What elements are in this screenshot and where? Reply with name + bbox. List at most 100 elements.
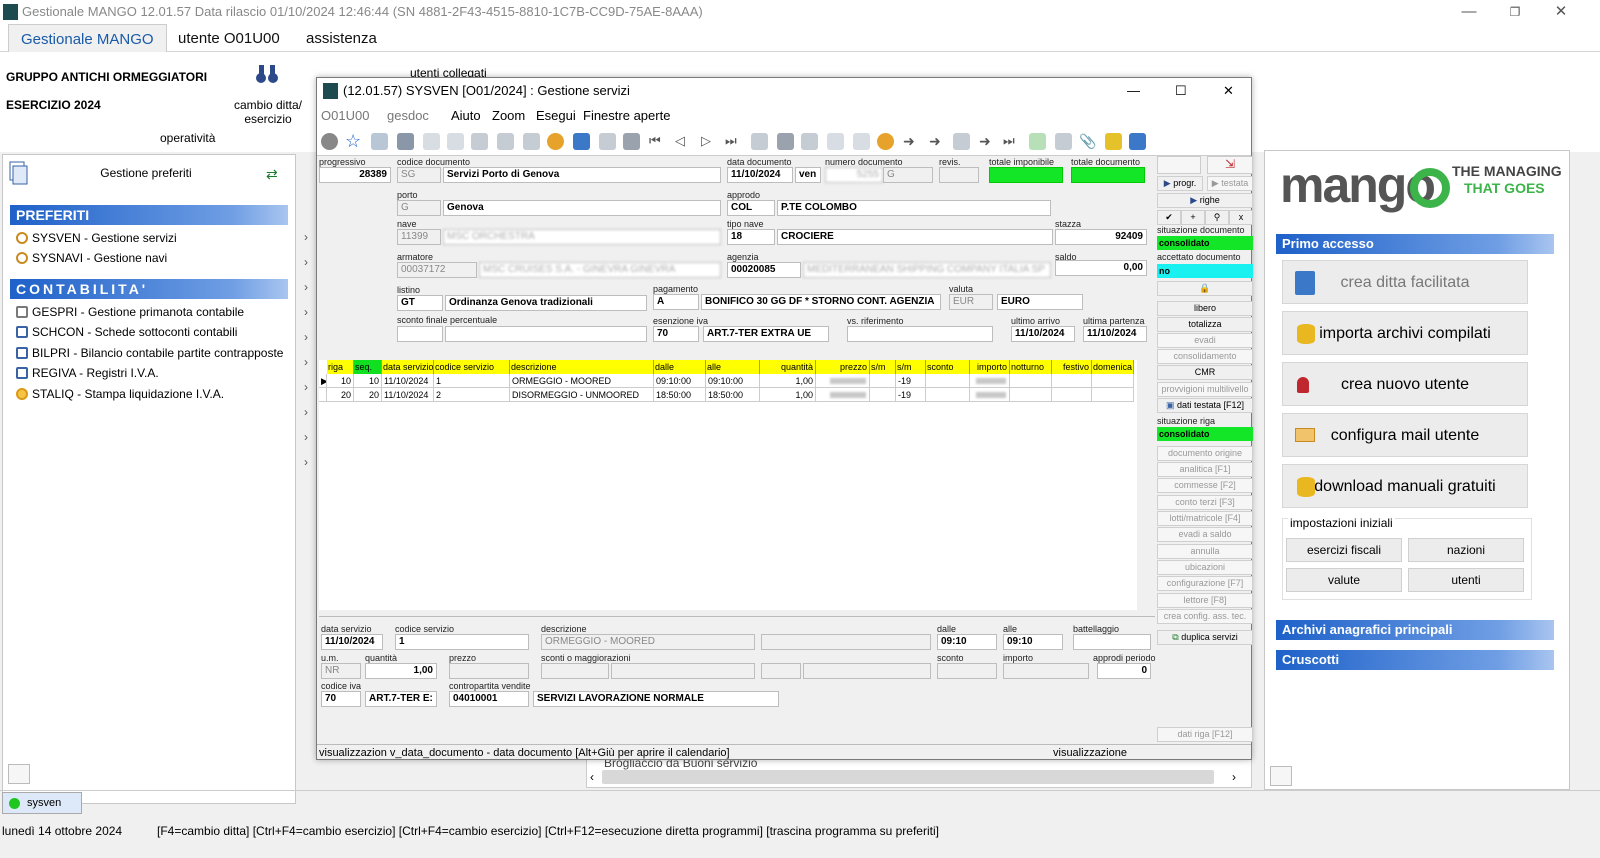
field-stazza[interactable]: 92409	[1055, 229, 1147, 245]
grid-cell[interactable]: 10	[327, 374, 354, 388]
document-icon[interactable]	[853, 133, 870, 150]
document-icon[interactable]	[827, 133, 844, 150]
menu-esegui[interactable]: Esegui	[536, 108, 576, 123]
field-codice-iva[interactable]: 70	[321, 691, 361, 707]
scroll-left-icon[interactable]: ‹	[590, 770, 594, 784]
lock-icon[interactable]: 🔒	[1157, 281, 1253, 296]
add-icon[interactable]: +	[1181, 210, 1205, 225]
field-valuta-desc[interactable]: EURO	[997, 294, 1083, 310]
field-progressivo[interactable]: 28389	[319, 167, 391, 183]
create-company-button[interactable]: crea ditta facilitata	[1282, 260, 1528, 304]
field-nave-desc[interactable]: MSC ORCHESTRA	[443, 229, 721, 245]
grid-cell[interactable]	[1052, 374, 1092, 388]
grid-cell[interactable]: 09:10:00	[654, 374, 706, 388]
field-prezzo[interactable]	[449, 663, 529, 679]
grid-cell[interactable]: 1	[434, 374, 510, 388]
grid-cell[interactable]: -19	[896, 374, 926, 388]
arrow-right-icon[interactable]: ➜	[903, 133, 920, 150]
delete-icon[interactable]: x	[1229, 210, 1253, 225]
side-button[interactable]: evadi	[1157, 333, 1253, 348]
field-codice-iva-desc[interactable]: ART.7-TER E:	[365, 691, 437, 707]
field-descrizione[interactable]: ORMEGGIO - MOORED	[541, 634, 755, 650]
side-button[interactable]: documento origine	[1157, 446, 1253, 461]
grid-cell[interactable]	[870, 374, 896, 388]
fiscal-years-button[interactable]: esercizi fiscali	[1286, 538, 1402, 562]
field-um[interactable]: NR	[321, 663, 361, 679]
expand-chevron-icon[interactable]: ›	[304, 330, 314, 344]
grid-cell[interactable]	[1010, 374, 1052, 388]
tab-gestionale[interactable]: Gestionale MANGO	[8, 24, 167, 52]
side-button[interactable]: libero	[1157, 301, 1253, 316]
grid-cell[interactable]: 20	[354, 388, 382, 402]
copy-icon[interactable]	[497, 133, 514, 150]
binoculars-icon[interactable]	[255, 62, 279, 86]
field-numero-serie[interactable]: G	[883, 167, 933, 183]
side-button[interactable]: annulla	[1157, 544, 1253, 559]
grid-cell[interactable]: DISORMEGGIO - UNMOORED	[510, 388, 654, 402]
menu-gesdoc[interactable]: gesdoc	[387, 108, 429, 123]
testata-button[interactable]: ▶ testata	[1207, 176, 1253, 191]
grid-cell[interactable]	[1092, 374, 1134, 388]
field-quantita[interactable]: 1,00	[365, 663, 437, 679]
field-porto[interactable]: G	[397, 200, 441, 216]
field-descrizione-2[interactable]	[761, 634, 931, 650]
grid-cell[interactable]	[970, 388, 1010, 402]
grid-cell[interactable]: 1,00	[760, 374, 816, 388]
table-icon[interactable]	[1055, 133, 1072, 150]
favorites-doc-icon[interactable]	[8, 160, 32, 190]
grid-cell[interactable]: -19	[896, 388, 926, 402]
document-icon[interactable]	[447, 133, 464, 150]
favorites-swap-icon[interactable]: ⇄	[266, 166, 278, 183]
field-esenzione-iva[interactable]: 70	[653, 326, 699, 342]
currencies-button[interactable]: valute	[1286, 568, 1402, 592]
document-icon[interactable]	[801, 133, 818, 150]
add-icon[interactable]	[471, 133, 488, 150]
field-numero-documento[interactable]: 5255	[825, 167, 883, 183]
expand-chevron-icon[interactable]: ›	[304, 430, 314, 444]
document-icon[interactable]	[751, 133, 768, 150]
next-record-icon[interactable]: ▷	[701, 133, 718, 150]
field-data-servizio[interactable]: 11/10/2024	[321, 634, 383, 650]
section-cruscotti[interactable]: Cruscotti	[1276, 650, 1554, 670]
chart-icon[interactable]	[1129, 133, 1146, 150]
configure-mail-button[interactable]: configura mail utente	[1282, 413, 1528, 457]
field-armatore[interactable]: 00037172	[397, 262, 477, 278]
col-header[interactable]: prezzo	[816, 360, 870, 374]
field-tipo-nave[interactable]: 18	[727, 229, 775, 245]
favorite-star-icon[interactable]: ☆	[345, 132, 362, 150]
attachment-icon[interactable]: 📎	[1079, 133, 1096, 150]
col-header[interactable]: s/m	[896, 360, 926, 374]
col-header[interactable]: alle	[706, 360, 760, 374]
side-button[interactable]: evadi a saldo	[1157, 527, 1253, 542]
side-button[interactable]: configurazione [F7]	[1157, 576, 1253, 591]
close-icon[interactable]: ✕	[1538, 0, 1584, 24]
window-close-icon[interactable]: ✕	[1223, 78, 1234, 104]
grid-cell[interactable]	[926, 374, 970, 388]
field-sconto-finale[interactable]	[397, 326, 443, 342]
first-record-icon[interactable]: ⏮	[649, 133, 666, 150]
field-esenzione-iva-desc[interactable]: ART.7-TER EXTRA UE	[703, 326, 829, 342]
nations-button[interactable]: nazioni	[1408, 538, 1524, 562]
progr-button[interactable]: ▶ progr.	[1157, 176, 1203, 191]
col-header[interactable]: festivo	[1052, 360, 1092, 374]
dati-riga-button[interactable]: dati riga [F12]	[1157, 727, 1253, 742]
section-contabilita[interactable]: CONTABILITA'	[10, 279, 288, 299]
create-user-button[interactable]: crea nuovo utente	[1282, 362, 1528, 406]
grid-cell[interactable]	[1010, 388, 1052, 402]
grid-cell[interactable]	[970, 374, 1010, 388]
side-button[interactable]: lettore [F8]	[1157, 593, 1253, 608]
menu-user[interactable]: O01U00	[321, 108, 369, 123]
horizontal-scrollbar[interactable]	[602, 770, 1214, 784]
field-armatore-desc[interactable]: MSC CRUISES S.A. - GINEVRA GINEVRA	[479, 262, 721, 278]
field-porto-desc[interactable]: Genova	[443, 200, 721, 216]
document-icon[interactable]	[423, 133, 440, 150]
fav-item-gespri[interactable]: GESPRI - Gestione primanota contabile	[16, 302, 244, 322]
export-icon[interactable]	[1029, 133, 1046, 150]
field-dalle[interactable]: 09:10	[937, 634, 997, 650]
field-battellaggio[interactable]	[1073, 634, 1151, 650]
grid-cell[interactable]: 20	[327, 388, 354, 402]
grid-cell[interactable]: 2	[434, 388, 510, 402]
window-maximize-icon[interactable]: ☐	[1175, 78, 1187, 104]
expand-chevron-icon[interactable]: ›	[304, 305, 314, 319]
arrow-right-icon[interactable]: ➜	[979, 133, 996, 150]
